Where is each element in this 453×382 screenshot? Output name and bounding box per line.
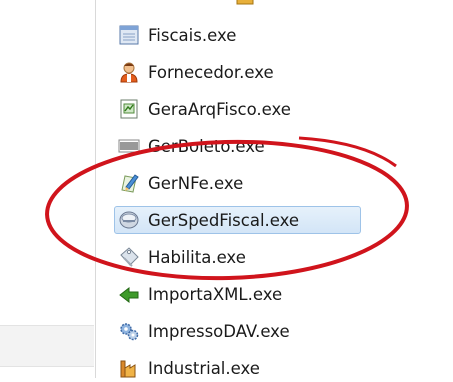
- file-item-fiscais[interactable]: Fiscais.exe: [118, 21, 438, 49]
- navigation-pane: [0, 0, 96, 378]
- file-item-fornecedor[interactable]: Fornecedor.exe: [118, 58, 438, 86]
- database-disk-icon: [119, 211, 139, 229]
- file-name: GerSpedFiscal.exe: [148, 210, 300, 230]
- partial-file-icon: [236, 0, 254, 5]
- file-name: GeraArqFisco.exe: [148, 99, 291, 119]
- file-item-gerboleto[interactable]: GerBoleto.exe: [118, 132, 438, 160]
- green-arrow-icon: [119, 286, 139, 304]
- file-list: Fiscais.exe Fornecedor.exe GeraArqFisco.…: [110, 0, 453, 378]
- file-name: Fornecedor.exe: [148, 62, 274, 82]
- gears-icon: [120, 323, 139, 341]
- document-chart-icon: [120, 99, 138, 119]
- barcode-icon: [118, 139, 140, 153]
- file-name: GerBoleto.exe: [148, 136, 265, 156]
- file-name: GerNFe.exe: [148, 173, 244, 193]
- file-name: ImpressoDAV.exe: [148, 321, 290, 341]
- file-item-gerspedfiscal[interactable]: GerSpedFiscal.exe: [114, 206, 438, 234]
- file-name: Industrial.exe: [148, 358, 260, 378]
- file-item-importaxml[interactable]: ImportaXML.exe: [118, 280, 438, 308]
- file-name: Habilita.exe: [148, 247, 246, 267]
- file-item-impressodav[interactable]: ImpressoDAV.exe: [118, 317, 438, 345]
- file-item-geraarqfisco[interactable]: GeraArqFisco.exe: [118, 95, 438, 123]
- navigation-pane-item[interactable]: [0, 325, 94, 367]
- window-app-icon: [119, 25, 139, 45]
- file-item-gernfe[interactable]: GerNFe.exe: [118, 169, 438, 197]
- file-name: ImportaXML.exe: [148, 284, 283, 304]
- person-icon: [120, 62, 138, 83]
- file-item-habilita[interactable]: Habilita.exe: [118, 243, 438, 271]
- tag-icon: [120, 247, 139, 267]
- pen-document-icon: [121, 174, 139, 193]
- factory-icon: [120, 360, 136, 378]
- file-name: Fiscais.exe: [148, 25, 237, 45]
